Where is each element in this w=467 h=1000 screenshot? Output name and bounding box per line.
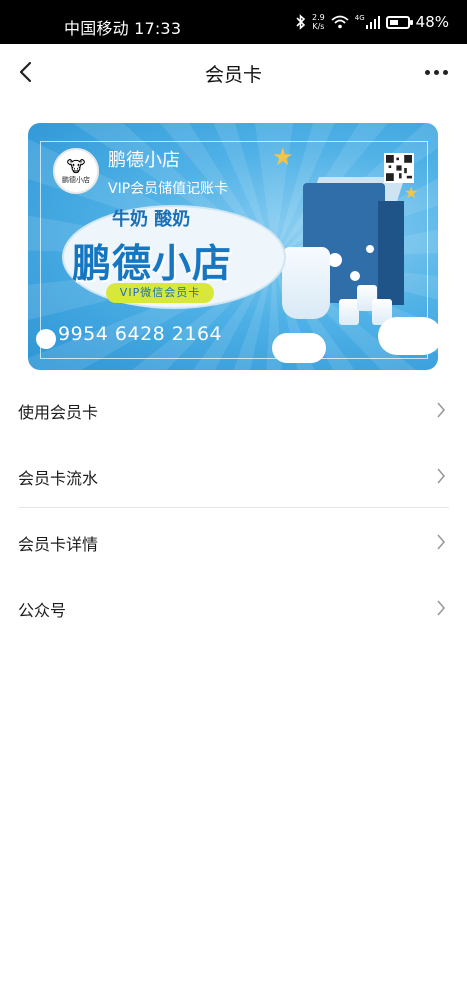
nav-bar: 会员卡 — [0, 44, 467, 102]
page-title: 会员卡 — [204, 64, 262, 86]
more-icon — [424, 69, 430, 75]
status-icons: 2.9 K/s 4G 48% — [295, 13, 449, 31]
chevron-right-icon — [437, 402, 446, 418]
chevron-right-icon — [437, 600, 446, 616]
menu-list: 使用会员卡 会员卡流水 会员卡详情 公众号 — [0, 377, 467, 641]
menu-item-label: 会员卡详情 — [18, 535, 99, 554]
wifi-icon — [331, 15, 349, 29]
milk-dot — [350, 271, 360, 281]
star-decoration: ★ — [404, 183, 419, 202]
signal-icon — [365, 15, 380, 29]
shop-avatar: 🐮 鹏德小店 — [53, 148, 99, 194]
battery-icon — [385, 15, 413, 29]
milk-dot — [366, 245, 374, 253]
divider — [18, 507, 449, 508]
milk-jug — [282, 247, 330, 319]
menu-item-card-details[interactable]: 会员卡详情 — [0, 509, 467, 575]
shop-name: 鹏德小店 — [108, 150, 180, 171]
logo-title: 鹏德小店 — [72, 242, 233, 287]
menu-item-use-card[interactable]: 使用会员卡 — [0, 377, 467, 443]
menu-item-official-account[interactable]: 公众号 — [0, 575, 467, 641]
menu-item-label: 公众号 — [18, 601, 67, 620]
speed-unit: K/s — [312, 22, 325, 31]
network-type: 4G — [354, 14, 365, 22]
menu-item-label: 使用会员卡 — [18, 403, 99, 422]
qr-code-icon[interactable] — [384, 153, 414, 183]
cloud-decoration — [36, 329, 56, 349]
bluetooth-icon — [296, 14, 306, 30]
cow-icon: 🐮 — [66, 156, 86, 176]
avatar-text: 鹏德小店 — [62, 175, 90, 184]
network-speed: 2.9 K/s — [312, 13, 325, 31]
battery-level — [389, 19, 398, 25]
status-bar: 中国移动 17:33 2.9 K/s 4G 48% — [0, 0, 467, 44]
cloud-decoration — [378, 317, 438, 355]
milk-dot — [328, 253, 342, 267]
more-button[interactable] — [421, 60, 451, 84]
milk-carton-side — [378, 201, 404, 305]
speed-value: 2.9 — [312, 13, 325, 22]
card-type: VIP会员储值记账卡 — [108, 181, 229, 197]
logo-subtitle: 牛奶 酸奶 — [112, 209, 191, 230]
star-decoration: ★ — [272, 143, 294, 171]
battery-percent: 48% — [415, 13, 449, 31]
menu-item-card-transactions[interactable]: 会员卡流水 — [0, 443, 467, 509]
logo-badge: VIP微信会员卡 — [106, 283, 214, 303]
chevron-right-icon — [437, 534, 446, 550]
member-card[interactable]: ★ ★ 🐮 鹏德小店 鹏德小店 VIP会员储值记账卡 牛奶 酸奶 鹏德小店 VI… — [28, 123, 438, 370]
carrier-time: 中国移动 17:33 — [64, 19, 182, 38]
menu-item-label: 会员卡流水 — [18, 469, 99, 488]
card-number: 9954 6428 2164 — [58, 323, 223, 345]
milk-cup — [339, 299, 359, 325]
cloud-decoration — [272, 333, 326, 363]
chevron-right-icon — [437, 468, 446, 484]
